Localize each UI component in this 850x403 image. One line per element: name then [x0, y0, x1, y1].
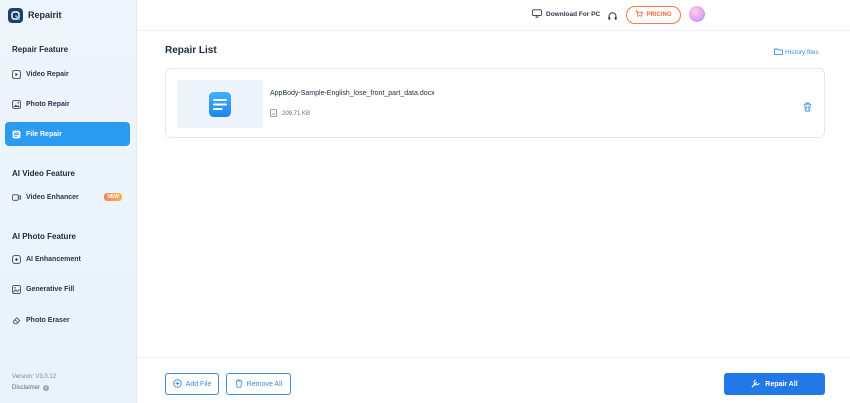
delete-file-icon[interactable]: [803, 99, 812, 112]
file-card: AppBody-Sample-English_lose_front_part_d…: [165, 68, 825, 138]
sidebar-item-label: Photo Repair: [26, 100, 70, 108]
sidebar-item-label: Generative Fill: [26, 285, 75, 293]
sidebar-item-file-repair[interactable]: File Repair: [5, 122, 130, 146]
eraser-icon: [12, 316, 21, 325]
storage-icon: [270, 109, 277, 119]
sidebar-item-label: Video Repair: [26, 70, 69, 78]
new-badge: NEW: [104, 193, 122, 201]
app-name: Repairit: [28, 10, 62, 20]
sidebar-item-ai-enhancement[interactable]: AI Enhancement: [5, 247, 130, 271]
fill-image-icon: [12, 284, 21, 294]
app-window: Repairit Repair Feature Video Repair Pho…: [0, 0, 850, 403]
version-label: Version: V3.0.12: [12, 374, 57, 380]
cart-icon: [635, 10, 644, 20]
sidebar-item-video-repair[interactable]: Video Repair: [5, 62, 130, 86]
pricing-label: PRICING: [646, 12, 672, 18]
pricing-button[interactable]: PRICING: [626, 6, 681, 24]
section-repair-feature: Repair Feature: [12, 45, 69, 54]
add-file-button[interactable]: Add File: [165, 373, 219, 395]
page-title: Repair List: [165, 45, 217, 56]
repair-all-label: Repair All: [765, 380, 798, 388]
file-size: 209.71 KB: [282, 111, 311, 117]
history-files-label: History files: [785, 49, 819, 56]
sidebar-item-label: File Repair: [26, 130, 62, 138]
sidebar-item-label: Photo Eraser: [26, 316, 70, 324]
trash-icon: [235, 378, 243, 390]
top-bar: [137, 0, 850, 31]
sidebar-item-generative-fill[interactable]: Generative Fill: [5, 277, 130, 301]
support-headset-icon[interactable]: [607, 9, 618, 20]
sidebar-item-photo-eraser[interactable]: Photo Eraser: [5, 308, 130, 332]
image-icon: [12, 99, 21, 109]
monitor-icon: [532, 9, 542, 20]
section-ai-video-feature: AI Video Feature: [12, 169, 75, 178]
video-camera-icon: [12, 193, 21, 202]
history-files-link[interactable]: History files: [774, 48, 819, 57]
info-icon: i: [43, 385, 50, 391]
sidebar-item-label: AI Enhancement: [26, 255, 81, 263]
sidebar-item-label: Video Enhancer: [26, 193, 79, 201]
repair-wand-icon: [751, 378, 761, 390]
user-avatar[interactable]: [689, 6, 705, 22]
remove-all-label: Remove All: [246, 380, 283, 388]
add-file-label: Add File: [185, 380, 212, 388]
repairit-logo-icon: [8, 7, 23, 23]
sidebar-item-photo-repair[interactable]: Photo Repair: [5, 92, 130, 116]
sidebar: Repairit Repair Feature Video Repair Pho…: [0, 0, 137, 403]
repair-all-button[interactable]: Repair All: [724, 373, 825, 395]
remove-all-button[interactable]: Remove All: [226, 373, 291, 395]
folder-icon: [774, 48, 783, 57]
file-thumbnail: [177, 80, 263, 128]
section-ai-photo-feature: AI Photo Feature: [12, 232, 77, 241]
disclaimer-link[interactable]: Disclaimer i: [12, 385, 50, 391]
file-size-row: 209.71 KB: [270, 109, 310, 119]
sidebar-item-video-enhancer[interactable]: Video Enhancer NEW: [5, 185, 130, 209]
docx-file-icon: [209, 91, 231, 117]
brand[interactable]: Repairit: [8, 6, 62, 24]
file-name: AppBody-Sample-English_lose_front_part_d…: [270, 90, 435, 97]
sparkle-icon: [12, 254, 21, 264]
download-label: Download For PC: [546, 11, 601, 18]
plus-circle-icon: [172, 378, 182, 390]
disclaimer-label: Disclaimer: [12, 385, 41, 391]
play-square-icon: [12, 69, 21, 79]
download-for-pc-button[interactable]: Download For PC: [532, 9, 600, 20]
document-icon: [12, 130, 21, 139]
